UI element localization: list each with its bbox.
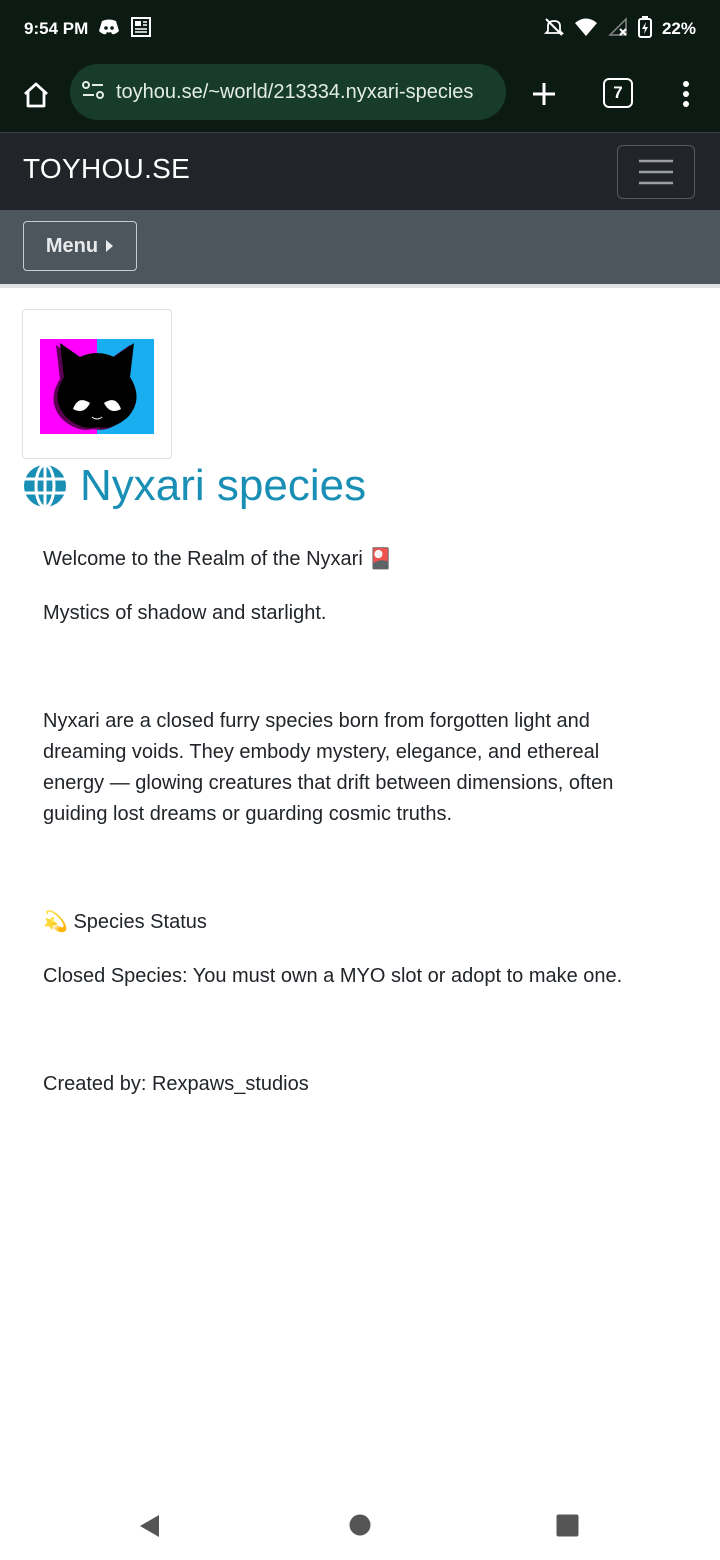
browser-toolbar: toyhou.se/~world/213334.nyxari-species 7	[0, 58, 720, 132]
more-vertical-icon	[683, 81, 689, 107]
home-button[interactable]	[16, 75, 56, 115]
description-text: Nyxari are a closed furry species born f…	[43, 710, 614, 825]
status-right: 22%	[543, 15, 696, 43]
new-tab-button[interactable]	[524, 74, 564, 114]
recents-icon[interactable]	[556, 1514, 579, 1537]
world-avatar-image	[40, 339, 154, 434]
battery-percent: 22%	[661, 19, 696, 38]
url-text[interactable]: toyhou.se/~world/213334.nyxari-species	[116, 81, 473, 104]
status-heading: 💫 Species Status	[43, 911, 207, 933]
status-left: 9:54 PM	[24, 16, 152, 43]
divider	[0, 284, 720, 288]
more-options-button[interactable]	[666, 74, 706, 114]
world-title-row: Nyxari species	[22, 458, 366, 514]
status-time: 9:54 PM	[24, 19, 89, 38]
site-navbar: TOYHOU.SE	[0, 132, 720, 210]
battery-icon	[637, 15, 652, 43]
menu-button[interactable]: Menu	[23, 221, 137, 271]
signal-icon	[608, 16, 628, 42]
world-title-link[interactable]: Nyxari species	[80, 461, 366, 511]
globe-icon	[24, 463, 66, 509]
status-text: Closed Species: You must own a MYO slot …	[43, 965, 623, 987]
tagline-text: Mystics of shadow and starlight.	[43, 602, 327, 624]
discord-icon	[98, 18, 120, 41]
mute-icon	[543, 17, 565, 42]
world-thumbnail[interactable]	[22, 309, 172, 459]
wifi-icon	[574, 17, 598, 42]
menu-label: Menu	[45, 234, 99, 257]
welcome-text: Welcome to the Realm of the Nyxari 🎴	[43, 548, 394, 570]
caret-right-icon	[106, 240, 114, 252]
navbar-toggle-button[interactable]	[617, 145, 695, 199]
sub-navbar: Menu	[0, 210, 720, 284]
tab-switcher-button[interactable]: 7	[603, 78, 633, 108]
back-icon[interactable]	[138, 1514, 162, 1538]
hamburger-icon	[639, 159, 673, 185]
plus-icon	[533, 83, 555, 105]
creator-credit: Created by: Rexpaws_studios	[43, 1073, 309, 1095]
site-brand-link[interactable]: TOYHOU.SE	[23, 153, 190, 185]
tab-count: 7	[613, 83, 623, 102]
news-icon	[130, 16, 152, 43]
home-icon	[24, 82, 48, 108]
site-settings-icon[interactable]	[80, 77, 106, 108]
status-bar: 9:54 PM 22%	[0, 0, 720, 58]
home-circle-icon[interactable]	[349, 1514, 371, 1536]
system-navigation-bar	[0, 1490, 720, 1560]
url-bar[interactable]: toyhou.se/~world/213334.nyxari-species	[70, 64, 506, 120]
